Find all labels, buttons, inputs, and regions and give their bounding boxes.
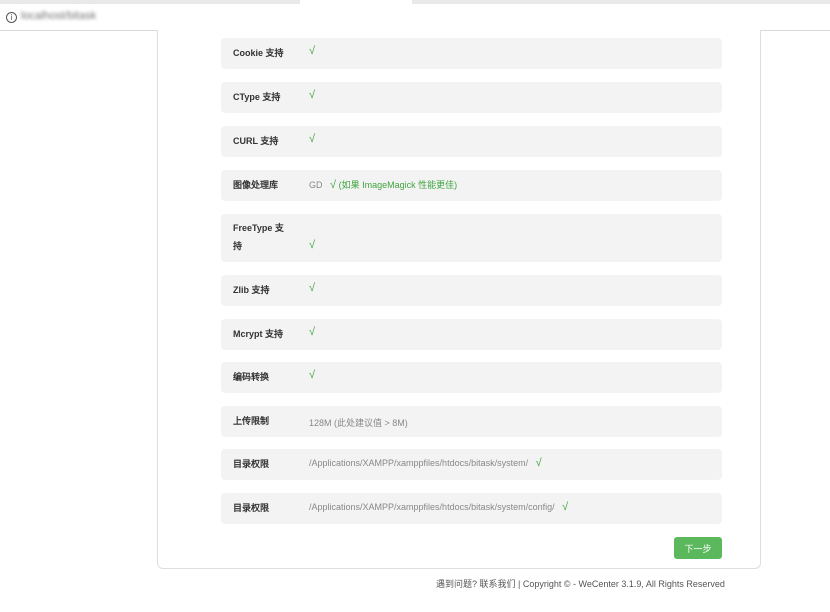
check-row-upload-limit: 上传限制 128M (此处建议值 > 8M)	[221, 406, 722, 437]
check-row-curl: CURL 支持 √	[221, 126, 722, 157]
next-step-button[interactable]: 下一步	[674, 537, 722, 559]
check-row-dir-system: 目录权限 /Applications/XAMPP/xamppfiles/htdo…	[221, 449, 722, 480]
check-mark-icon: √	[309, 282, 316, 294]
check-row-ctype: CType 支持 √	[221, 82, 722, 113]
check-label: Cookie 支持	[233, 48, 284, 58]
check-mark-icon: √	[309, 45, 316, 57]
footer: 遇到问题? 联系我们 | Copyright © - WeCenter 3.1.…	[436, 577, 725, 590]
check-label: 图像处理库	[233, 180, 279, 190]
check-value: /Applications/XAMPP/xamppfiles/htdocs/bi…	[309, 501, 568, 513]
check-row-mcrypt: Mcrypt 支持 √	[221, 319, 722, 350]
check-value-text: GD	[309, 180, 323, 190]
check-label-line1: FreeType 支	[233, 223, 284, 233]
check-label: Zlib 支持	[233, 285, 270, 295]
check-note: (如果 ImageMagick 性能更佳)	[338, 180, 458, 190]
check-value: √	[309, 45, 315, 57]
check-row-image-library: 图像处理库 GD √ (如果 ImageMagick 性能更佳)	[221, 170, 722, 201]
check-label: CType 支持	[233, 92, 281, 102]
check-label: CURL 支持	[233, 136, 279, 146]
check-value: /Applications/XAMPP/xamppfiles/htdocs/bi…	[309, 457, 542, 469]
check-mark-icon: √	[330, 179, 337, 191]
check-mark-icon: √	[535, 457, 542, 469]
check-value-text: /Applications/XAMPP/xamppfiles/htdocs/bi…	[309, 458, 529, 468]
check-label: 目录权限	[233, 503, 270, 513]
info-icon[interactable]: i	[6, 12, 17, 23]
check-value: √	[309, 282, 315, 294]
check-label: 上传限制	[233, 416, 270, 426]
check-mark-icon: √	[562, 501, 569, 513]
check-row-freetype: FreeType 支 持 √	[221, 214, 722, 262]
check-value: √	[309, 239, 315, 251]
check-value: GD √ (如果 ImageMagick 性能更佳)	[309, 178, 457, 191]
check-value: √	[309, 369, 315, 381]
check-value: √	[309, 89, 315, 101]
check-label: 目录权限	[233, 459, 270, 469]
footer-copyright: | Copyright © - WeCenter 3.1.9, All Righ…	[515, 579, 725, 589]
contact-us-link[interactable]: 联系我们	[480, 579, 516, 589]
check-value-text: /Applications/XAMPP/xamppfiles/htdocs/bi…	[309, 502, 555, 512]
check-mark-icon: √	[309, 326, 316, 338]
check-label: 编码转换	[233, 372, 270, 382]
check-label: Mcrypt 支持	[233, 329, 284, 339]
check-row-encoding: 编码转换 √	[221, 362, 722, 393]
check-row-dir-config: 目录权限 /Applications/XAMPP/xamppfiles/htdo…	[221, 493, 722, 524]
check-label-line2: 持	[233, 241, 243, 251]
check-mark-icon: √	[309, 89, 316, 101]
check-row-zlib: Zlib 支持 √	[221, 275, 722, 306]
address-bar[interactable]: i localhost/bitask	[0, 4, 830, 31]
url-text[interactable]: localhost/bitask	[21, 10, 96, 22]
footer-help-text: 遇到问题?	[436, 579, 478, 589]
check-value-text: 128M (此处建议值 > 8M)	[309, 418, 408, 428]
check-mark-icon: √	[309, 369, 316, 381]
check-value: √	[309, 133, 315, 145]
check-mark-icon: √	[309, 239, 316, 251]
check-value: √	[309, 326, 315, 338]
check-mark-icon: √	[309, 133, 316, 145]
check-row-cookie: Cookie 支持 √	[221, 38, 722, 69]
